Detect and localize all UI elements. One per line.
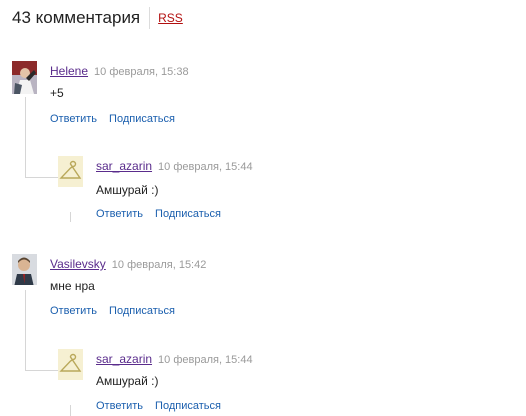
- comment-meta: sar_azarin 10 февраля, 15:44: [96, 350, 253, 368]
- comment-date: 10 февраля, 15:38: [94, 66, 189, 78]
- comment-text: Амшурай :): [96, 374, 159, 388]
- subscribe-button[interactable]: Подписаться: [109, 113, 175, 125]
- avatar[interactable]: [12, 61, 37, 94]
- comment-actions: Ответить Подписаться: [96, 400, 233, 412]
- avatar[interactable]: [58, 349, 83, 380]
- thread-branch: [25, 177, 58, 178]
- subscribe-button[interactable]: Подписаться: [109, 305, 175, 317]
- comment-actions: Ответить Подписаться: [96, 208, 233, 220]
- comment-date: 10 февраля, 15:44: [158, 354, 253, 366]
- rss-link[interactable]: RSS: [158, 11, 183, 25]
- avatar[interactable]: [12, 254, 37, 285]
- comment-meta: Vasilevsky 10 февраля, 15:42: [50, 255, 206, 273]
- comment-text: мне нра: [50, 279, 95, 293]
- reply-button[interactable]: Ответить: [96, 400, 143, 412]
- comment-reply: sar_azarin 10 февраля, 15:44 Амшурай :) О…: [58, 349, 508, 415]
- reply-button[interactable]: Ответить: [50, 113, 97, 125]
- comment-text: +5: [50, 86, 64, 100]
- comment-reply: sar_azarin 10 февраля, 15:44 Амшурай :) О…: [58, 156, 508, 226]
- comment-date: 10 февраля, 15:42: [111, 259, 207, 271]
- reply-button[interactable]: Ответить: [96, 208, 143, 220]
- author-link[interactable]: Helene: [50, 64, 88, 78]
- comment-count: 43 комментария: [12, 8, 141, 27]
- thread-line: [70, 405, 71, 416]
- reply-button[interactable]: Ответить: [50, 305, 97, 317]
- comment-date: 10 февраля, 15:44: [158, 161, 253, 173]
- avatar[interactable]: [58, 156, 83, 187]
- comment-meta: sar_azarin 10 февраля, 15:44: [96, 157, 253, 175]
- comment: Helene 10 февраля, 15:38 +5 Ответить Подпи…: [12, 61, 512, 131]
- author-link[interactable]: sar_azarin: [96, 352, 152, 366]
- male-portrait-avatar: [12, 254, 37, 285]
- thread-branch: [25, 370, 58, 371]
- comment: Vasilevsky 10 февраля, 15:42 мне нра Отве…: [12, 254, 512, 324]
- thread-line: [70, 212, 71, 222]
- subscribe-button[interactable]: Подписаться: [155, 208, 221, 220]
- comment-meta: Helene 10 февраля, 15:38: [50, 62, 189, 80]
- comments-header: 43 комментария RSS: [12, 6, 183, 30]
- comment-actions: Ответить Подписаться: [50, 113, 187, 125]
- author-link[interactable]: Vasilevsky: [50, 257, 106, 271]
- author-link[interactable]: sar_azarin: [96, 159, 152, 173]
- hanger-avatar: [58, 349, 83, 380]
- comment-text: Амшурай :): [96, 183, 159, 197]
- subscribe-button[interactable]: Подписаться: [155, 400, 221, 412]
- female-portrait-avatar: [12, 61, 37, 94]
- comment-actions: Ответить Подписаться: [50, 305, 187, 317]
- header-divider: [149, 7, 151, 29]
- hanger-avatar: [58, 156, 83, 187]
